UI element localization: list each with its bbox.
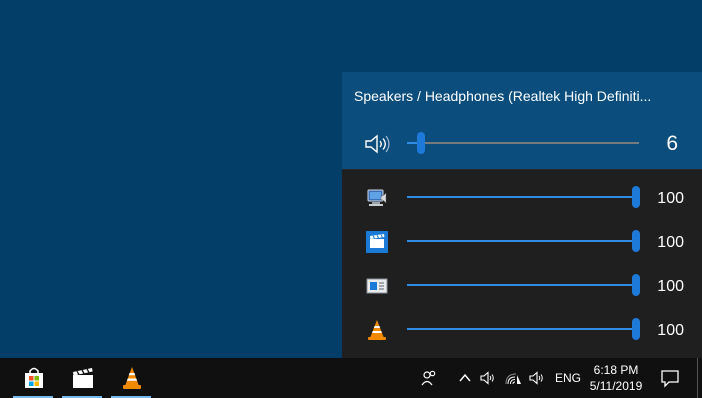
slider-thumb[interactable]	[632, 318, 640, 340]
app-volume-slider[interactable]	[407, 230, 640, 252]
chevron-up-icon[interactable]	[456, 369, 474, 387]
news-app-icon[interactable]	[366, 275, 388, 297]
speaker-icon[interactable]	[479, 369, 497, 387]
system-sounds-icon[interactable]	[366, 187, 388, 209]
clock-time: 6:18 PM	[593, 363, 639, 377]
master-volume-value: 6	[666, 132, 678, 155]
microsoft-store-icon	[25, 367, 43, 388]
master-volume-slider[interactable]	[407, 132, 639, 154]
app-volume-value: 100	[657, 234, 684, 251]
input-language[interactable]: ENG	[555, 371, 581, 385]
slider-thumb[interactable]	[416, 132, 425, 154]
taskbar-button-vlc[interactable]	[111, 358, 151, 398]
slider-track	[407, 142, 639, 144]
slider-fill	[407, 328, 636, 330]
volume-mixer-flyout: Speakers / Headphones (Realtek High Defi…	[342, 72, 702, 358]
app-volume-value: 100	[657, 322, 684, 339]
action-center-icon[interactable]	[660, 368, 680, 388]
movies-tv-icon[interactable]	[366, 231, 388, 253]
movies-tv-icon	[73, 368, 93, 388]
taskbar-button-movies-tv[interactable]	[62, 358, 102, 398]
clock-date: 5/11/2019	[589, 379, 643, 393]
wifi-icon[interactable]	[505, 369, 523, 387]
show-desktop-button[interactable]	[697, 358, 698, 398]
taskbar-button-microsoft-store[interactable]	[13, 358, 53, 398]
slider-fill	[407, 240, 636, 242]
app-volume-row-system-sounds: 100	[342, 179, 702, 219]
app-volume-slider[interactable]	[407, 186, 640, 208]
speaker-icon[interactable]	[528, 369, 546, 387]
app-volume-value: 100	[657, 190, 684, 207]
vlc-icon	[123, 367, 141, 389]
output-device-panel[interactable]: Speakers / Headphones (Realtek High Defi…	[342, 72, 702, 169]
vlc-icon[interactable]	[366, 319, 388, 341]
speaker-icon[interactable]	[363, 132, 391, 156]
slider-fill	[407, 284, 636, 286]
clock[interactable]: 6:18 PM 5/11/2019	[586, 362, 646, 394]
taskbar: ENG 6:18 PM 5/11/2019	[0, 358, 702, 398]
slider-thumb[interactable]	[632, 274, 640, 296]
app-volume-slider[interactable]	[407, 318, 640, 340]
app-volume-row-movies-tv: 100	[342, 223, 702, 263]
app-volume-slider[interactable]	[407, 274, 640, 296]
app-volume-row-news: 100	[342, 267, 702, 307]
people-icon[interactable]	[420, 369, 438, 387]
app-volume-row-vlc: 100	[342, 311, 702, 351]
output-device-name[interactable]: Speakers / Headphones (Realtek High Defi…	[354, 87, 684, 105]
slider-fill	[407, 196, 636, 198]
slider-thumb[interactable]	[632, 230, 640, 252]
divider	[342, 169, 702, 170]
slider-thumb[interactable]	[632, 186, 640, 208]
app-volume-value: 100	[657, 278, 684, 295]
